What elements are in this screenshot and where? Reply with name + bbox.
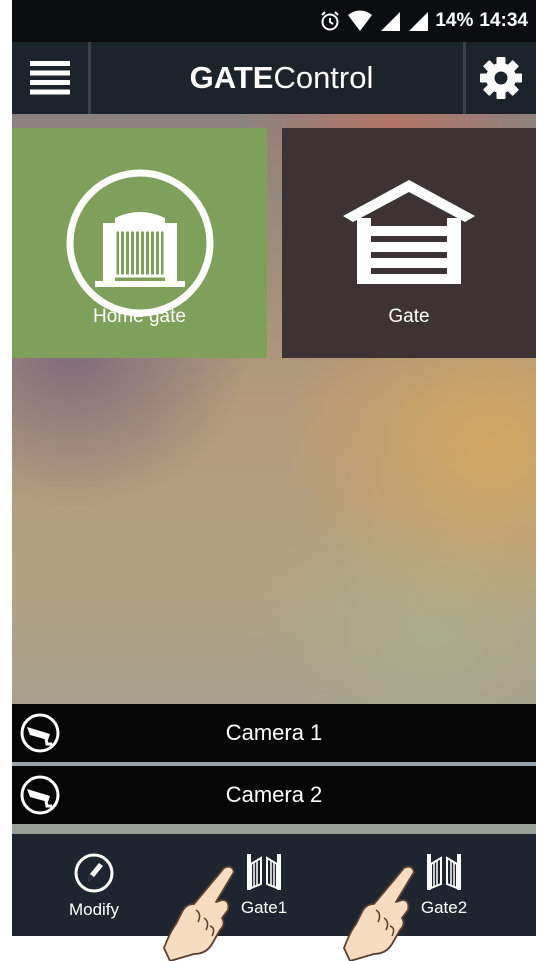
gate-open-icon — [427, 854, 461, 890]
app-title-light: Control — [273, 60, 374, 95]
camera-row-2[interactable]: Camera 2 — [12, 766, 536, 824]
app-bar: GATE Control — [12, 42, 536, 114]
tile-home-gate[interactable]: Home gate — [12, 128, 267, 358]
tap-hand-icon — [343, 865, 415, 961]
gear-icon — [480, 57, 522, 99]
status-bar: 14% 14:34 — [12, 0, 536, 42]
app-title-bold: GATE — [189, 60, 274, 95]
bottom-nav: Modify Gate1 Gate2 — [12, 834, 536, 936]
camera-label: Camera 1 — [225, 720, 323, 745]
hamburger-menu-icon — [30, 61, 70, 95]
signal-icon — [381, 12, 401, 31]
signal-icon — [409, 12, 429, 31]
tap-hand-icon — [163, 865, 235, 961]
clock: 14:34 — [479, 10, 528, 31]
battery-percent: 14% — [435, 10, 474, 31]
gate-open-icon — [247, 854, 281, 890]
alarm-icon — [321, 11, 340, 31]
nav-label: Modify — [68, 900, 120, 919]
pencil-icon — [74, 853, 114, 893]
camera-label: Camera 2 — [225, 782, 323, 807]
modify-button[interactable]: Modify — [54, 834, 134, 936]
nav-label: Gate2 — [420, 898, 468, 917]
tile-label: Home gate — [93, 306, 186, 327]
status-icons: 14% 14:34 — [319, 8, 528, 34]
settings-button[interactable] — [466, 42, 536, 114]
app-title: GATE Control — [102, 42, 461, 114]
tile-gate[interactable]: Gate — [282, 128, 536, 358]
divider — [88, 42, 91, 114]
garage-icon — [343, 180, 475, 284]
nav-label: Gate1 — [240, 898, 288, 917]
tile-label: Gate — [388, 306, 430, 327]
menu-button[interactable] — [12, 42, 88, 114]
swing-gate-icon — [66, 169, 213, 317]
phone-screen: 14% 14:34 GATE Control Home gate Gate Ca… — [12, 0, 536, 936]
wifi-icon — [348, 10, 373, 31]
camera-row-1[interactable]: Camera 1 — [12, 704, 536, 762]
